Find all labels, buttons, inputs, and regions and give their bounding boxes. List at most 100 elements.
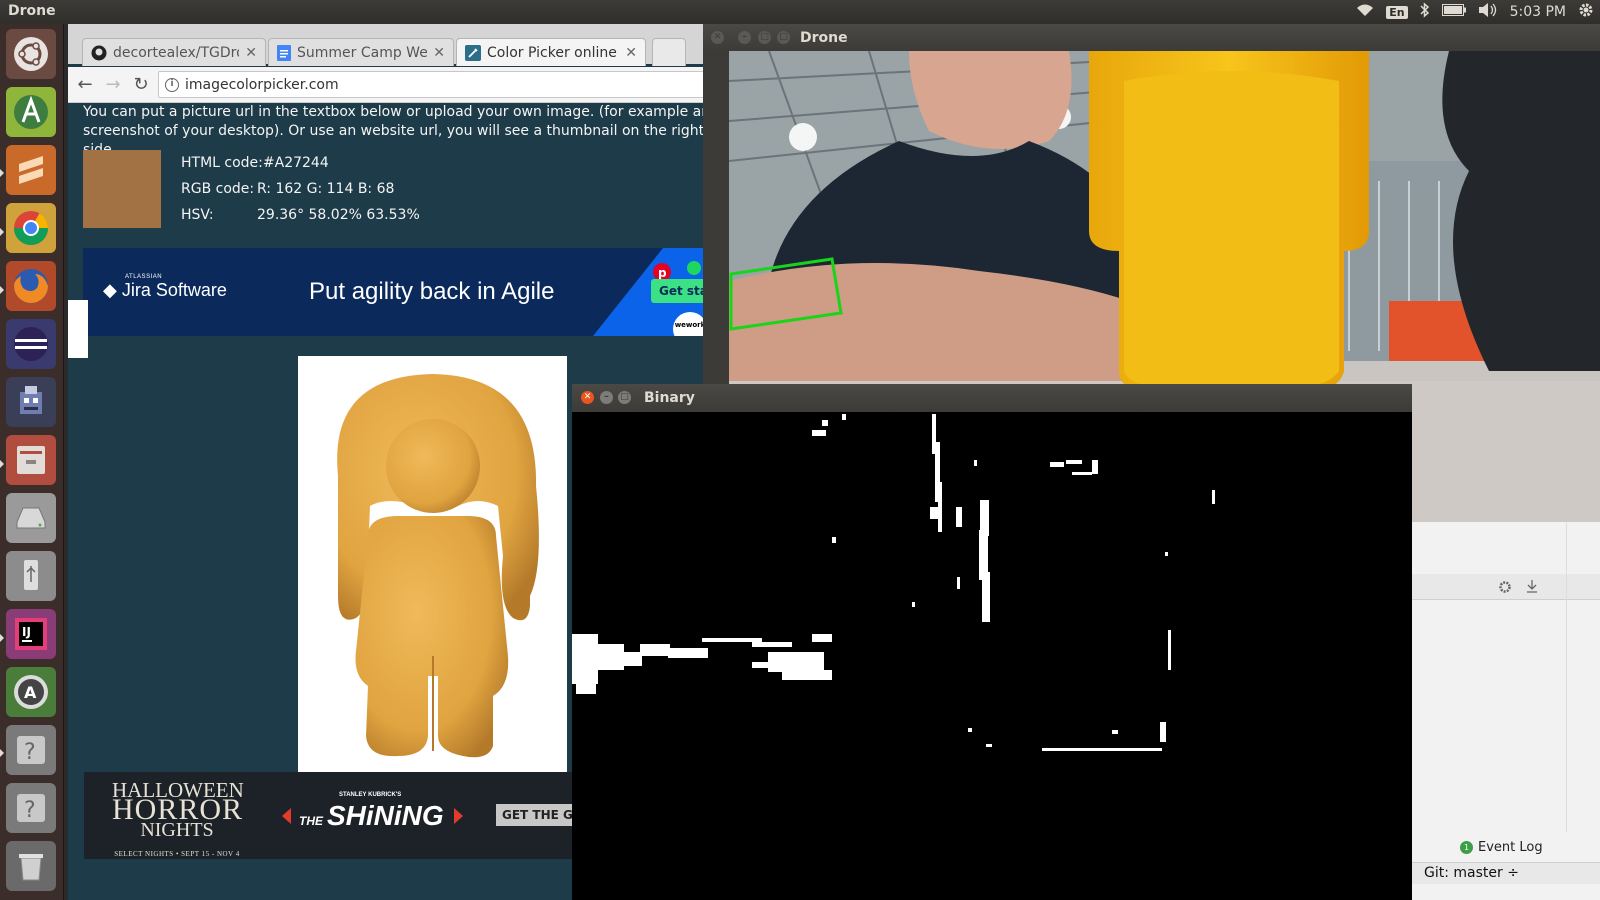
jira-logo: ATLASSIAN ◆ Jira Software [103,274,227,301]
color-swatch [83,150,161,228]
robot-icon [20,386,42,414]
tab-color-picker[interactable]: Color Picker online ✕ [456,38,646,66]
wifi-icon[interactable] [1356,3,1374,21]
back-arrow-icon[interactable]: ← [74,74,96,95]
jira-brand: Jira Software [121,280,227,300]
minimize-button[interactable]: – [600,391,613,404]
top-panel: Drone En 5:03 PM [0,0,1600,24]
color-picker-icon [465,44,481,61]
binary-titlebar[interactable]: ✕ – □ Binary [572,384,1412,412]
close-icon[interactable]: ✕ [625,45,637,61]
red-arrow-right-icon [454,808,463,824]
gear-icon[interactable] [1578,2,1594,22]
rgb-code-row: RGB code: R: 162 G: 114 B: 68 [181,181,420,207]
close-button[interactable]: ✕ [581,391,594,404]
git-branch[interactable]: Git: master ÷ [1424,865,1519,881]
launcher-robot-app[interactable] [6,377,56,427]
ubuntu-logo-icon [14,37,48,71]
instructions-text: You can put a picture url in the textbox… [83,104,711,158]
hard-disk-icon [16,507,46,529]
dash-home-button[interactable] [6,29,56,79]
close-button[interactable]: ✕ [711,31,724,44]
launcher-chrome[interactable] [6,203,56,253]
jira-ad-banner[interactable]: ATLASSIAN ◆ Jira Software Put agility ba… [83,248,730,336]
feedback-tab[interactable] [68,300,88,358]
volume-icon[interactable] [1478,3,1498,21]
svg-text:p: p [658,266,667,280]
hsv-value[interactable]: 29.36° 58.02% 63.53% [257,207,420,233]
event-log-button[interactable]: 1 Event Log [1460,840,1543,855]
tab-github[interactable]: decortealex/TGDro ✕ [82,38,266,66]
minimize-button[interactable]: – [738,31,751,44]
launcher-unknown-app-2[interactable]: ? [6,783,56,833]
hhn-cta-button[interactable]: GET THE GOR [496,804,584,826]
launcher-intellij[interactable]: IJ [6,609,56,659]
maximize-button[interactable]: □ [618,391,631,404]
launcher-disk[interactable] [6,493,56,543]
svg-text:IJ: IJ [22,625,31,639]
chrome-icon [14,211,48,245]
launcher-firefox[interactable] [6,261,56,311]
launcher-android-studio[interactable] [6,87,56,137]
launcher-unknown-app-1[interactable]: ? [6,725,56,775]
clock[interactable]: 5:03 PM [1510,4,1566,20]
new-tab-button[interactable] [652,38,686,66]
html-code-label: HTML code: [181,155,263,171]
files-cabinet-icon [17,446,45,474]
rgb-code-label: RGB code: [181,181,255,197]
reload-icon[interactable]: ↻ [130,74,152,95]
yellow-figure-image [337,374,539,758]
desktop: Drone En 5:03 PM IJ A ? ? decortealex/TG… [0,0,1600,900]
uploaded-image[interactable] [298,356,567,773]
launcher-sublime-text[interactable] [6,145,56,195]
info-icon[interactable]: i [165,77,179,92]
close-icon[interactable]: ✕ [245,45,257,61]
firefox-icon [14,269,48,303]
binary-window: ✕ – □ Binary [572,384,1412,900]
svg-text:A: A [24,683,37,702]
keyboard-layout-indicator[interactable]: En [1386,5,1408,19]
tab-summer-camp[interactable]: Summer Camp Wee ✕ [268,38,454,66]
jira-diamond-icon: ◆ [103,280,117,300]
question-mark-icon: ? [17,794,45,823]
halloween-ad-banner[interactable]: HALLOWEEN HORROR NIGHTS SELECT NIGHTS • … [84,772,584,859]
shining-film: SHiNiNG [327,800,444,831]
browser-toolbar: ← → ↻ i imagecolorpicker.com [68,67,730,103]
tab-title: Color Picker online [487,44,617,61]
ide-scrollbar[interactable] [1566,522,1580,832]
svg-text:?: ? [24,740,36,765]
html-code-value[interactable]: #A27244 [263,155,329,181]
ide-window: 1 Event Log Git: master ÷ [1412,522,1600,900]
launcher-eclipse[interactable] [6,319,56,369]
launcher-usb-drive[interactable] [6,551,56,601]
forward-arrow-icon[interactable]: → [102,74,124,95]
launcher-trash[interactable] [6,841,56,891]
running-indicator [0,228,4,236]
hsv-label: HSV: [181,207,214,223]
drone-titlebar[interactable]: ✕ – □ □ Drone [703,24,1600,51]
launcher-files[interactable] [6,435,56,485]
bluetooth-icon[interactable] [1420,2,1430,22]
github-icon [91,45,107,60]
hhn-dates: SELECT NIGHTS • SEPT 15 - NOV 4 [114,850,240,858]
android-studio-icon [14,95,48,129]
shining-presenter: STANLEY KUBRICK'S [339,792,402,798]
panel-indicators: En 5:03 PM [1356,2,1594,22]
shining-the: THE [299,814,323,828]
restore-button[interactable]: □ [777,31,790,44]
gear-icon[interactable] [1498,580,1514,594]
hhn-logo: HALLOWEEN HORROR NIGHTS SELECT NIGHTS • … [112,780,244,859]
address-bar[interactable]: i imagecolorpicker.com [158,71,720,98]
rgb-code-value[interactable]: R: 162 G: 114 B: 68 [257,181,394,207]
google-docs-icon [277,44,291,61]
intellij-icon: IJ [15,618,47,650]
event-log-label: Event Log [1478,840,1543,855]
hide-panel-icon[interactable] [1526,580,1538,594]
trash-icon [19,854,43,881]
maximize-button[interactable]: □ [758,31,771,44]
active-app-name: Drone [8,3,56,19]
launcher-software-updater[interactable]: A [6,667,56,717]
battery-icon[interactable] [1441,4,1466,20]
close-icon[interactable]: ✕ [433,45,445,61]
address-url: imagecolorpicker.com [185,76,339,93]
